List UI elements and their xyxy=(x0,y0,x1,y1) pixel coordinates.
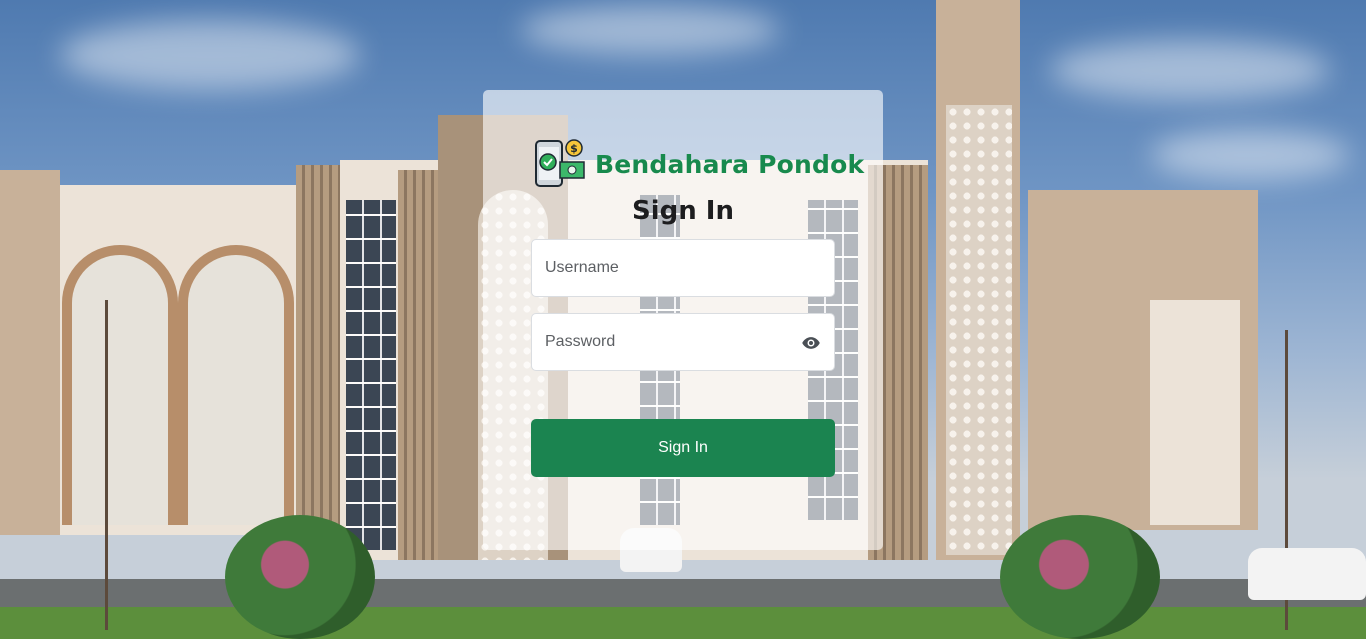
password-field[interactable] xyxy=(531,313,835,371)
svg-text:$: $ xyxy=(570,142,578,155)
sign-in-title: Sign In xyxy=(632,196,734,226)
eye-icon[interactable] xyxy=(801,333,821,353)
username-field[interactable] xyxy=(531,239,835,297)
login-card: $ Bendahara Pondok Sign In Sign In xyxy=(483,90,883,550)
password-input[interactable] xyxy=(532,314,785,370)
brand-header: $ Bendahara Pondok xyxy=(533,138,864,190)
sign-in-button[interactable]: Sign In xyxy=(531,419,835,477)
username-input[interactable] xyxy=(532,240,785,296)
brand-name: Bendahara Pondok xyxy=(595,149,865,179)
phone-money-icon: $ xyxy=(533,138,585,190)
